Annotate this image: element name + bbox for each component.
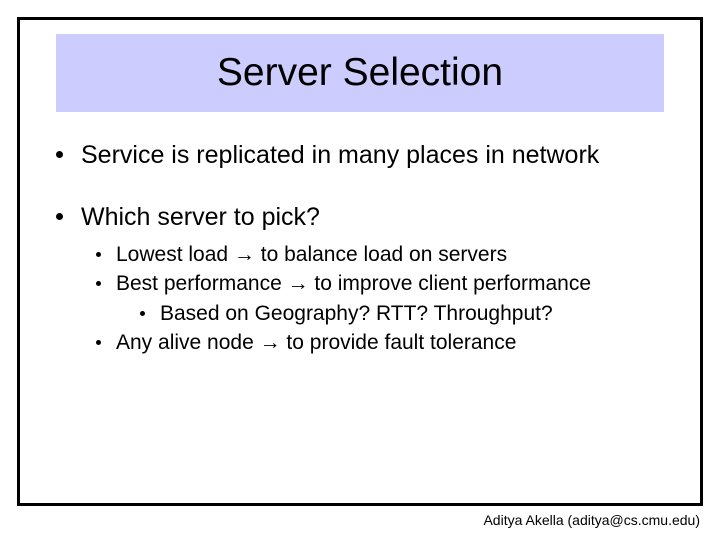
sub-bullet-item: Best performance → to improve client per… xyxy=(96,271,680,297)
content-area: Service is replicated in many places in … xyxy=(56,140,680,359)
sub-bullet-text: Any alive node → to provide fault tolera… xyxy=(116,330,516,356)
bullet-dot-icon xyxy=(140,311,145,316)
sub-bullet-item: Lowest load → to balance load on servers xyxy=(96,242,680,268)
sub-sub-bullet-item: Based on Geography? RTT? Throughput? xyxy=(140,301,680,327)
bullet-dot-icon xyxy=(56,151,63,158)
bullet-text: Service is replicated in many places in … xyxy=(81,140,599,170)
bullet-dot-icon xyxy=(96,340,101,345)
bullet-dot-icon xyxy=(56,213,63,220)
bullet-item: Which server to pick? xyxy=(56,202,680,232)
footer-attribution: Aditya Akella (aditya@cs.cmu.edu) xyxy=(483,512,700,528)
sub-bullet-text: Best performance → to improve client per… xyxy=(116,271,591,297)
slide-title: Server Selection xyxy=(217,51,503,95)
sub-bullet-text: Lowest load → to balance load on servers xyxy=(116,242,507,268)
sub-sub-bullet-group: Based on Geography? RTT? Throughput? xyxy=(140,301,680,327)
sub-sub-bullet-text: Based on Geography? RTT? Throughput? xyxy=(160,301,553,327)
title-box: Server Selection xyxy=(56,34,664,112)
bullet-text: Which server to pick? xyxy=(81,202,320,232)
bullet-dot-icon xyxy=(96,252,101,257)
bullet-dot-icon xyxy=(96,281,101,286)
sub-bullet-item: Any alive node → to provide fault tolera… xyxy=(96,330,680,356)
sub-bullet-group: Lowest load → to balance load on servers… xyxy=(96,242,680,356)
bullet-item: Service is replicated in many places in … xyxy=(56,140,680,170)
